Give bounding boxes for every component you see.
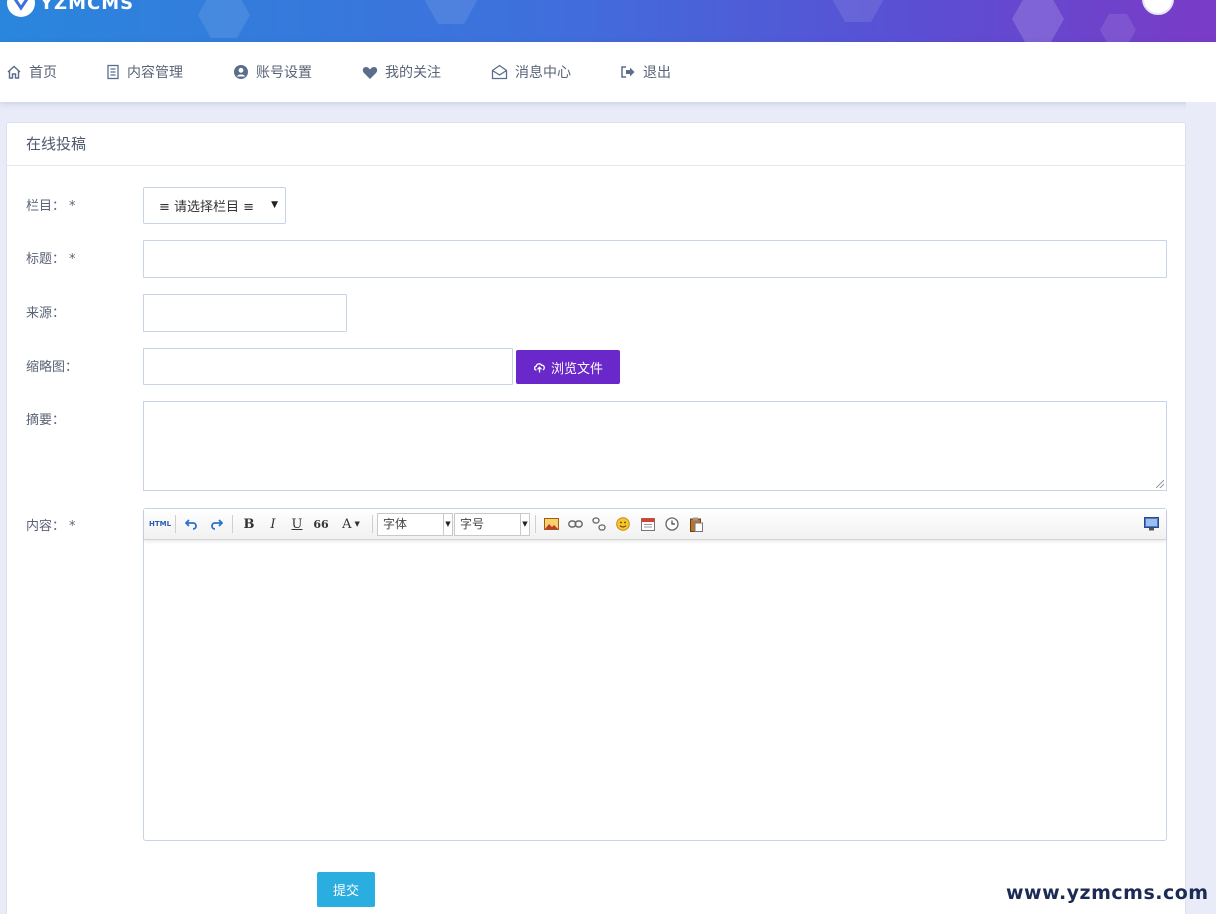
clock-icon bbox=[665, 517, 679, 531]
redo-icon bbox=[211, 519, 223, 530]
redo-button[interactable] bbox=[207, 515, 225, 533]
font-family-placeholder: 字体 bbox=[383, 517, 408, 531]
user-circle-icon bbox=[234, 65, 248, 79]
document-icon bbox=[107, 64, 119, 80]
html-source-button[interactable]: HTML bbox=[149, 515, 171, 533]
home-icon bbox=[7, 65, 21, 79]
undo-icon bbox=[185, 519, 197, 530]
envelope-open-icon bbox=[491, 64, 508, 80]
nav-item-account[interactable]: 账号设置 bbox=[233, 42, 312, 102]
nav-item-label: 首页 bbox=[29, 65, 57, 81]
panel-title: 在线投稿 bbox=[7, 123, 1185, 166]
smiley-icon bbox=[616, 517, 630, 531]
undo-button[interactable] bbox=[183, 515, 201, 533]
nav-item-messages[interactable]: 消息中心 bbox=[491, 42, 571, 102]
title-input[interactable] bbox=[143, 240, 1167, 278]
watermark-text: www.yzmcms.com bbox=[1006, 882, 1209, 904]
summary-label: 摘要： bbox=[26, 413, 66, 428]
logo-text: YZMCMS bbox=[40, 0, 135, 14]
font-family-select[interactable]: 字体 ▼ bbox=[377, 513, 453, 536]
chevron-down-icon: ▼ bbox=[354, 520, 360, 528]
font-color-label: A bbox=[342, 516, 352, 532]
required-mark: * bbox=[69, 519, 76, 534]
font-size-select[interactable]: 字号 ▼ bbox=[454, 513, 530, 536]
calendar-icon bbox=[641, 518, 655, 531]
editor-content-area[interactable] bbox=[144, 541, 1166, 840]
submit-button[interactable]: 提交 bbox=[317, 872, 375, 907]
thumbnail-input[interactable] bbox=[143, 348, 513, 385]
fullscreen-button[interactable] bbox=[1142, 515, 1160, 533]
nav-item-label: 账号设置 bbox=[256, 65, 312, 81]
category-label-text: 栏目： bbox=[26, 199, 66, 214]
thumbnail-label: 缩略图： bbox=[26, 360, 79, 375]
nav-item-label: 我的关注 bbox=[385, 65, 441, 81]
insert-link-button[interactable] bbox=[566, 515, 584, 533]
blockquote-button[interactable]: 66 bbox=[312, 515, 330, 533]
content-label-text: 内容： bbox=[26, 519, 66, 534]
title-label-text: 标题： bbox=[26, 252, 66, 267]
link-icon bbox=[567, 520, 583, 528]
page-gutter bbox=[1186, 102, 1216, 914]
title-label: 标题： * bbox=[26, 248, 76, 267]
underline-button[interactable]: U bbox=[288, 515, 306, 533]
source-label: 来源： bbox=[26, 306, 66, 321]
editor-toolbar: HTML B I U 66 A ▼ 字体 ▼ 字号 ▼ bbox=[144, 509, 1166, 540]
nav-item-home[interactable]: 首页 bbox=[6, 42, 57, 102]
rich-text-editor: HTML B I U 66 A ▼ 字体 ▼ 字号 ▼ bbox=[143, 508, 1167, 841]
avatar[interactable] bbox=[1142, 0, 1174, 15]
insert-date-button[interactable] bbox=[639, 515, 657, 533]
nav-item-content[interactable]: 内容管理 bbox=[106, 42, 183, 102]
toolbar-divider bbox=[232, 515, 233, 533]
resize-handle[interactable] bbox=[1156, 480, 1164, 488]
logo-icon bbox=[7, 0, 35, 17]
unlink-icon bbox=[592, 517, 606, 531]
submission-panel: 在线投稿 栏目： * ≡ 请选择栏目 ≡ ▼ 标题： * 来源： 缩略图： 浏览文件… bbox=[6, 122, 1186, 914]
italic-button[interactable]: I bbox=[264, 515, 282, 533]
insert-time-button[interactable] bbox=[663, 515, 681, 533]
toolbar-divider bbox=[175, 515, 176, 533]
bold-button[interactable]: B bbox=[240, 515, 258, 533]
category-label: 栏目： * bbox=[26, 195, 76, 214]
top-nav: 首页 内容管理 账号设置 我的关注 消息中心 退出 bbox=[0, 42, 1216, 102]
sign-out-icon bbox=[621, 66, 635, 78]
font-color-button[interactable]: A ▼ bbox=[337, 515, 365, 533]
summary-textarea[interactable] bbox=[143, 401, 1167, 491]
nav-item-logout[interactable]: 退出 bbox=[620, 42, 671, 102]
nav-item-label: 消息中心 bbox=[515, 65, 571, 81]
nav-item-label: 内容管理 bbox=[127, 65, 183, 81]
emoji-button[interactable] bbox=[614, 515, 632, 533]
source-input[interactable] bbox=[143, 294, 347, 332]
header-banner: YZMCMS bbox=[0, 0, 1216, 42]
chevron-down-icon: ▼ bbox=[271, 200, 278, 210]
chevron-down-icon: ▼ bbox=[443, 514, 452, 535]
font-size-placeholder: 字号 bbox=[460, 517, 485, 531]
content-label: 内容： * bbox=[26, 515, 76, 534]
cloud-upload-icon bbox=[533, 363, 545, 373]
insert-image-button[interactable] bbox=[542, 515, 560, 533]
required-mark: * bbox=[69, 199, 76, 214]
clipboard-icon bbox=[689, 517, 703, 532]
category-selected-value: ≡ 请选择栏目 ≡ bbox=[159, 200, 255, 215]
required-mark: * bbox=[69, 252, 76, 267]
site-logo[interactable]: YZMCMS bbox=[6, 0, 134, 18]
toolbar-divider bbox=[535, 515, 536, 533]
paste-button[interactable] bbox=[687, 515, 705, 533]
browse-file-label: 浏览文件 bbox=[550, 361, 603, 377]
nav-item-follow[interactable]: 我的关注 bbox=[362, 42, 441, 102]
toolbar-divider bbox=[372, 515, 373, 533]
nav-item-label: 退出 bbox=[643, 65, 671, 81]
browse-file-button[interactable]: 浏览文件 bbox=[516, 350, 620, 384]
monitor-icon bbox=[1143, 517, 1159, 531]
image-icon bbox=[543, 518, 559, 530]
unlink-button[interactable] bbox=[590, 515, 608, 533]
category-select[interactable]: ≡ 请选择栏目 ≡ ▼ bbox=[143, 187, 286, 224]
chevron-down-icon: ▼ bbox=[520, 514, 529, 535]
heart-icon bbox=[362, 66, 378, 79]
